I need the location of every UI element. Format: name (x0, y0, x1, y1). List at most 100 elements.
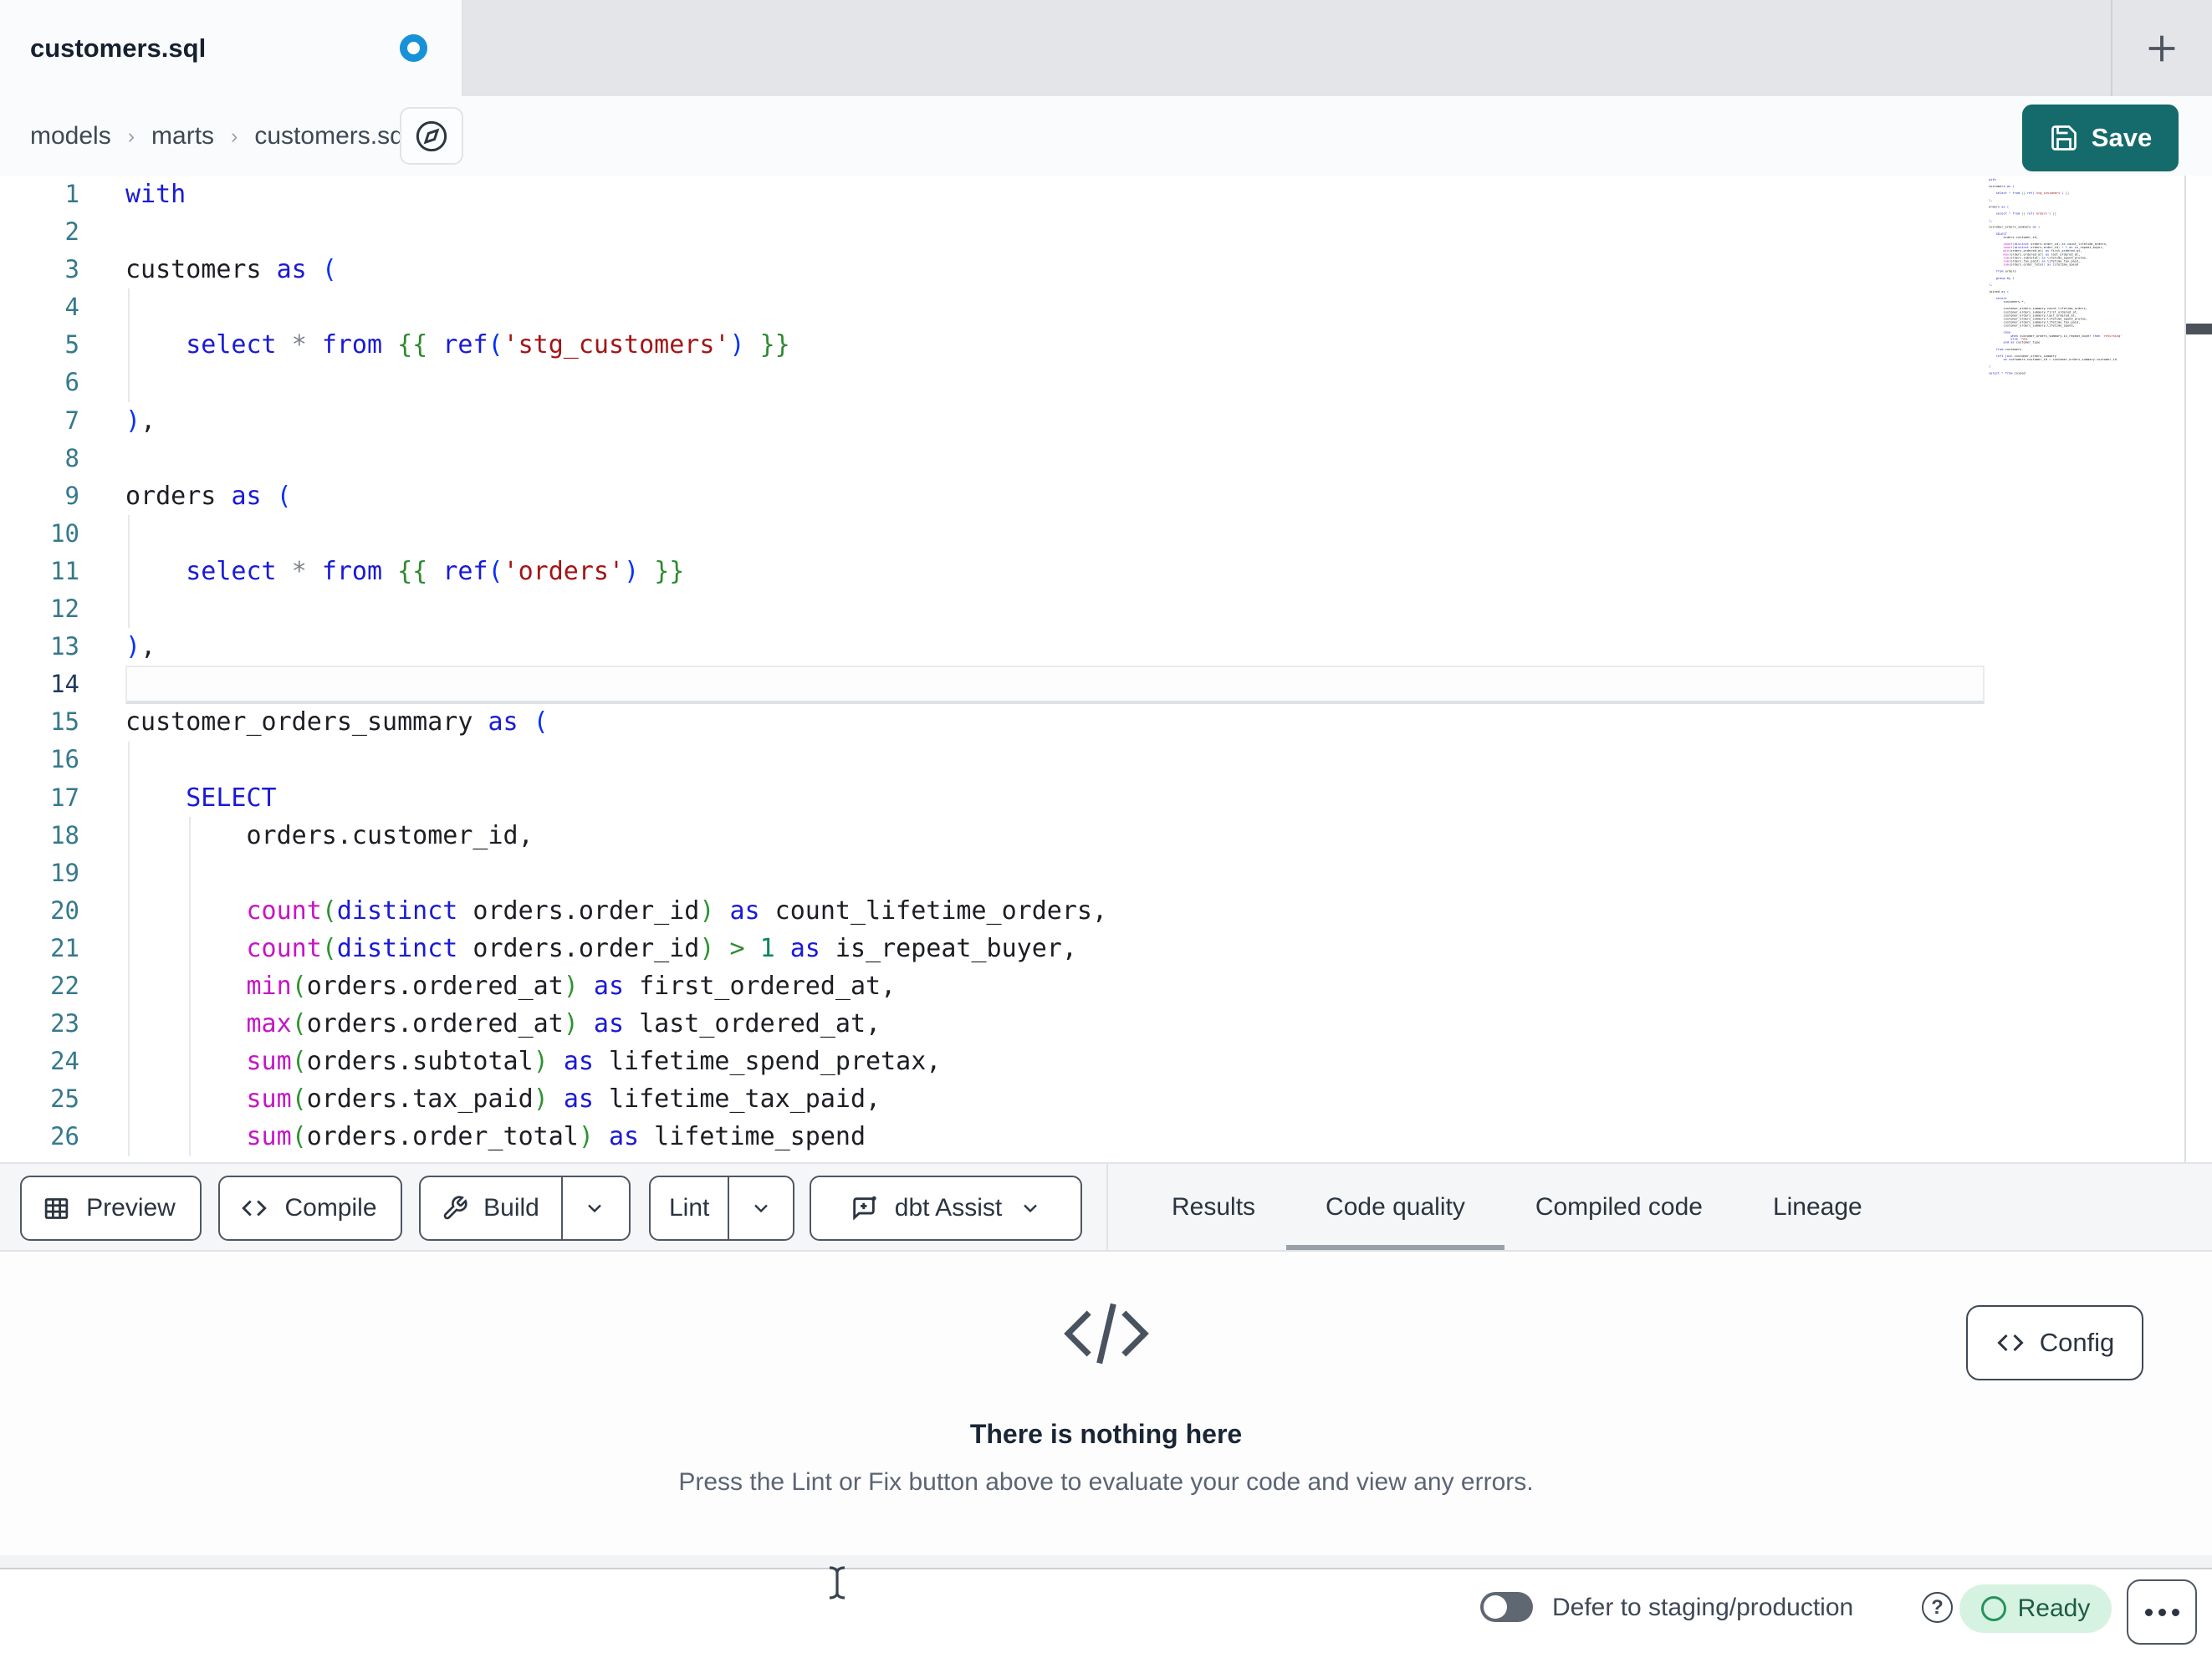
code-line[interactable]: ​ (125, 440, 1107, 477)
line-number: 13 (50, 632, 79, 661)
line-number: 25 (50, 1084, 79, 1114)
code-line[interactable]: min(orders.ordered_at) as first_ordered_… (125, 967, 1107, 1005)
code-line[interactable]: max(orders.ordered_at) as last_ordered_a… (125, 1005, 1107, 1043)
build-dropdown-button[interactable] (560, 1177, 626, 1239)
tabbar-divider (2111, 0, 2112, 96)
breadcrumb-item[interactable]: customers.sql (254, 122, 409, 151)
code-line[interactable]: count(distinct orders.order_id) > 1 as i… (125, 930, 1107, 967)
preview-button[interactable]: Preview (20, 1176, 202, 1241)
preview-label: Preview (86, 1194, 176, 1222)
chevron-down-icon (1024, 1204, 1038, 1213)
code-line[interactable]: ), (125, 402, 1107, 440)
breadcrumb-item[interactable]: models (30, 122, 111, 151)
status-bar: Defer to staging/production ? Ready (0, 1571, 2212, 1653)
unsaved-changes-dot-icon (400, 34, 427, 62)
code-line[interactable]: orders.customer_id, (125, 817, 1107, 855)
panel-bottom-strip (0, 1555, 2212, 1569)
help-icon[interactable]: ? (1922, 1592, 1953, 1623)
line-number: 1 (64, 180, 79, 208)
panel-tab-results[interactable]: Results (1172, 1164, 1255, 1250)
code-line[interactable]: ​ (125, 515, 1107, 553)
code-line[interactable]: orders as ( (125, 477, 1107, 515)
code-line[interactable]: select * from {{ ref('orders') }} (125, 553, 1107, 590)
code-line[interactable]: SELECT (125, 779, 1107, 817)
save-icon (2051, 125, 2077, 151)
code-line[interactable]: ​ (125, 666, 1107, 703)
new-tab-button[interactable] (2138, 24, 2186, 73)
code-line[interactable]: sum(orders.order_total) as lifetime_spen… (125, 1118, 1107, 1156)
ready-label: Ready (2017, 1594, 2091, 1622)
editor-tabbar: customers.sql (0, 0, 2212, 96)
config-label: Config (2039, 1328, 2115, 1357)
build-label: Build (483, 1194, 539, 1222)
line-number: 20 (50, 895, 79, 925)
lint-split-button: Lint (649, 1176, 794, 1241)
line-number: 24 (50, 1047, 79, 1076)
file-header: models › marts › customers.sql Save (0, 96, 2212, 176)
lint-button[interactable]: Lint (651, 1177, 728, 1239)
code-line[interactable]: sum(orders.subtotal) as lifetime_spend_p… (125, 1043, 1107, 1080)
breadcrumb-separator: › (127, 125, 135, 148)
lint-label: Lint (669, 1194, 710, 1222)
line-number: 16 (50, 745, 79, 774)
toggle-knob (1484, 1595, 1507, 1619)
code-line[interactable]: ​ (125, 590, 1107, 628)
code-line[interactable]: count(distinct orders.order_id) as count… (125, 892, 1108, 930)
line-number: 11 (50, 556, 79, 585)
chevron-down-icon (588, 1204, 601, 1213)
panel-tabs: Results Code quality Compiled code Lineage (1172, 1164, 1862, 1250)
line-number: 4 (64, 293, 79, 322)
breadcrumb: models › marts › customers.sql (30, 96, 409, 176)
line-number: 10 (50, 518, 79, 548)
minimap-content: with​customers as (​ select * from {{ re… (1989, 178, 2123, 375)
code-line[interactable]: ​ (125, 213, 1107, 251)
scrollbar-marker[interactable] (2186, 324, 2212, 334)
minimap[interactable]: with​customers as (​ select * from {{ re… (1989, 178, 2181, 529)
line-number: 6 (64, 368, 79, 397)
status-badge: Ready (1959, 1584, 2112, 1633)
more-options-button[interactable] (2127, 1579, 2197, 1645)
code-line[interactable]: ), (125, 628, 1107, 666)
code-line[interactable]: ​ (125, 855, 1107, 892)
compile-button[interactable]: Compile (218, 1176, 402, 1241)
ide-window: customers.sql models › marts › customers.sql… (0, 0, 2212, 1653)
code-line[interactable]: ​ (125, 288, 1107, 326)
action-bar: Preview Compile Build Lint dbt Assist Re… (0, 1162, 2212, 1252)
assist-chat-icon (853, 1196, 876, 1221)
dbt-assist-button[interactable]: dbt Assist (810, 1176, 1082, 1241)
defer-toggle[interactable] (1480, 1592, 1533, 1622)
code-line[interactable]: select * from {{ ref('stg_customers') }} (125, 326, 1107, 364)
code-line[interactable]: sum(orders.tax_paid) as lifetime_tax_pai… (125, 1080, 1107, 1118)
line-number: 22 (50, 971, 79, 1000)
code-line[interactable]: customers as ( (125, 251, 1107, 288)
config-button[interactable]: Config (1966, 1305, 2143, 1380)
wrench-icon (443, 1196, 467, 1220)
lint-dropdown-button[interactable] (728, 1177, 793, 1239)
code-content[interactable]: with​customers as (​ select * from {{ re… (125, 176, 1107, 1156)
panel-tab-code-quality[interactable]: Code quality (1286, 1164, 1504, 1250)
line-number: 12 (50, 594, 79, 624)
explore-compass-button[interactable] (400, 107, 463, 165)
file-tab-title: customers.sql (30, 33, 207, 63)
dbt-assist-label: dbt Assist (894, 1194, 1003, 1222)
line-number: 19 (50, 858, 79, 887)
line-number: 23 (50, 1009, 79, 1038)
build-split-button: Build (419, 1176, 631, 1241)
file-tab-customers-sql[interactable]: customers.sql (0, 0, 462, 96)
breadcrumb-item[interactable]: marts (151, 122, 214, 151)
code-line[interactable]: ​ (125, 741, 1107, 778)
build-button[interactable]: Build (423, 1177, 561, 1239)
code-line[interactable]: customer_orders_summary as ( (125, 703, 1107, 741)
code-line[interactable]: ​ (125, 364, 1107, 401)
code-editor[interactable]: 1 2 3 4 5 6 7 8 9 10 11 12 13 14 15 16 17 18 19 20 21 22 23 24 2… (0, 176, 2212, 1162)
chevron-down-icon (754, 1204, 769, 1213)
code-line[interactable]: with (125, 176, 1107, 213)
save-button[interactable]: Save (2022, 105, 2179, 171)
line-number: 5 (64, 330, 79, 360)
code-slash-icon (1063, 1303, 1149, 1365)
panel-tab-compiled-code[interactable]: Compiled code (1535, 1164, 1703, 1250)
action-bar-divider (1106, 1164, 1108, 1250)
plus-icon (2148, 35, 2175, 62)
panel-tab-lineage[interactable]: Lineage (1773, 1164, 1862, 1250)
save-label: Save (2091, 123, 2153, 152)
